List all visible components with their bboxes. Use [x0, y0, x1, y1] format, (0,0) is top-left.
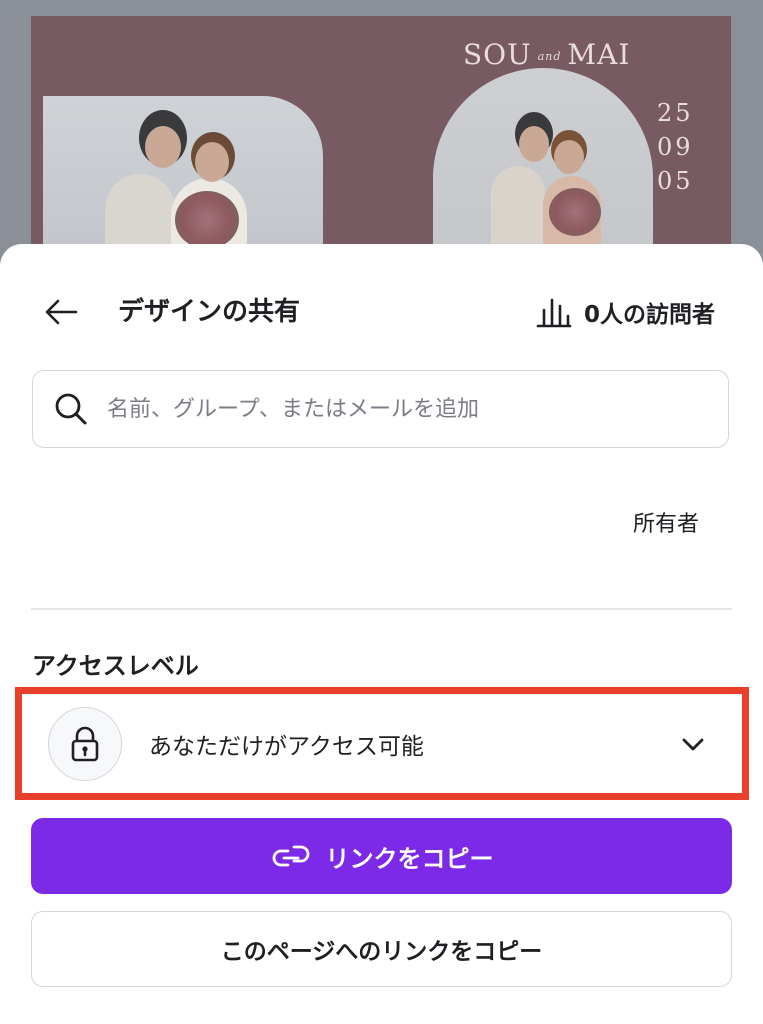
name-right: MAI — [567, 38, 631, 71]
design-preview: SOU and MAI 25 09 05 — [31, 16, 731, 276]
sheet-header: デザインの共有 0人の訪問者 — [0, 244, 763, 378]
sheet-title: デザインの共有 — [118, 297, 301, 327]
access-level-value: あなただけがアクセス可能 — [149, 734, 424, 760]
visitors-count: 0人の訪問者 — [583, 302, 715, 328]
wedding-date: 25 09 05 — [657, 96, 694, 198]
bar-chart-icon — [536, 298, 572, 328]
chevron-down-icon — [682, 738, 704, 751]
copy-link-button[interactable]: リンクをコピー — [31, 818, 732, 894]
divider — [31, 608, 732, 610]
date-month: 09 — [657, 133, 694, 161]
search-input[interactable] — [105, 395, 689, 423]
name-left: SOU — [463, 38, 532, 71]
access-level-heading: アクセスレベル — [32, 652, 199, 680]
name-and: and — [537, 50, 562, 63]
share-sheet: デザインの共有 0人の訪問者 所有者 アクセスレベル あなただけがアクセス可能 — [0, 244, 763, 1024]
copy-link-label: リンクをコピー — [325, 844, 494, 873]
copy-page-link-label: このページへのリンクをコピー — [220, 939, 543, 965]
arrow-left-icon — [45, 299, 78, 325]
search-icon — [55, 393, 87, 425]
lock-icon — [71, 726, 99, 762]
copy-page-link-button[interactable]: このページへのリンクをコピー — [31, 911, 732, 987]
visitors-button[interactable]: 0人の訪問者 — [534, 292, 715, 332]
access-level-dropdown[interactable]: あなただけがアクセス可能 — [24, 696, 740, 792]
owner-role-label: 所有者 — [632, 512, 699, 537]
search-field[interactable] — [32, 370, 729, 448]
link-icon — [272, 845, 309, 867]
date-day: 05 — [657, 167, 694, 195]
date-year: 25 — [657, 99, 694, 127]
lock-badge — [48, 707, 122, 781]
back-button[interactable] — [40, 292, 84, 332]
couple-names: SOU and MAI — [463, 38, 630, 71]
